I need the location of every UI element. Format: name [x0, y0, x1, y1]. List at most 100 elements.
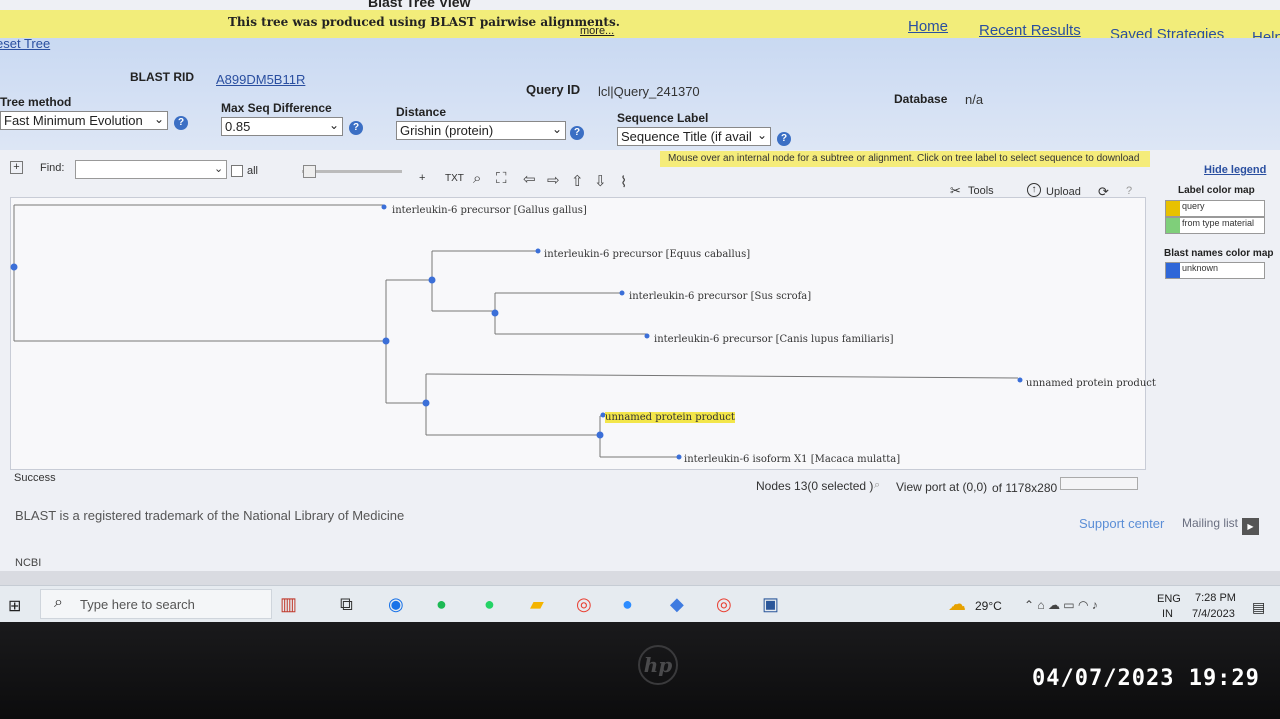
- tree-node[interactable]: [382, 337, 390, 345]
- tree-method-value: Fast Minimum Evolution: [4, 113, 143, 128]
- tree-leaf-label[interactable]: interleukin-6 precursor [Sus scrofa]: [629, 291, 811, 302]
- max-seq-select[interactable]: 0.85 ⌄: [221, 117, 343, 136]
- nav-home[interactable]: Home: [908, 18, 948, 35]
- help-icon[interactable]: ?: [570, 126, 584, 140]
- support-center-link[interactable]: Support center: [1079, 516, 1164, 531]
- language-top[interactable]: ENG: [1157, 593, 1181, 605]
- banner-more-link[interactable]: more...: [580, 25, 614, 37]
- fit-icon[interactable]: ⛶: [496, 170, 507, 187]
- chevron-down-icon: ⌄: [756, 128, 767, 142]
- tree-node[interactable]: [491, 309, 499, 317]
- tree-method-select[interactable]: Fast Minimum Evolution ⌄: [0, 111, 168, 130]
- all-checkbox[interactable]: [231, 165, 243, 177]
- magnify-icon[interactable]: ⌕: [473, 170, 481, 187]
- database-value: n/a: [965, 92, 984, 107]
- info-banner: [0, 10, 1280, 38]
- tree-node[interactable]: [428, 276, 436, 284]
- horizontal-scrollbar[interactable]: [0, 571, 1280, 585]
- leaf-node[interactable]: [619, 290, 625, 296]
- app-icon[interactable]: ◆: [670, 594, 684, 615]
- taskbar-search-placeholder: Type here to search: [80, 597, 195, 612]
- legend-item-unknown: unknown: [1165, 262, 1265, 279]
- help-icon[interactable]: ?: [777, 132, 791, 146]
- distance-select[interactable]: Grishin (protein) ⌄: [396, 121, 566, 140]
- leaf-node[interactable]: [535, 248, 541, 254]
- edge-icon[interactable]: ◉: [388, 594, 404, 615]
- leaf-node[interactable]: [381, 204, 387, 210]
- nav-recent-results[interactable]: Recent Results: [979, 22, 1081, 39]
- tree-leaf-label[interactable]: interleukin-6 precursor [Equus caballus]: [544, 249, 750, 260]
- overview-box[interactable]: [1060, 477, 1138, 490]
- clock-date[interactable]: 7/4/2023: [1192, 608, 1235, 620]
- chevron-down-icon: ⌄: [551, 122, 562, 136]
- leaf-node[interactable]: [676, 454, 682, 460]
- hide-legend-link[interactable]: Hide legend: [1204, 164, 1266, 176]
- tools-button[interactable]: Tools: [968, 185, 994, 197]
- mailing-list-link[interactable]: Mailing list: [1182, 516, 1238, 530]
- weather-icon: ☁: [948, 594, 966, 614]
- expand-icon[interactable]: +: [10, 161, 23, 174]
- chevron-down-icon[interactable]: ⌄: [214, 162, 223, 175]
- tree-leaf-label[interactable]: interleukin-6 isoform X1 [Macaca mulatta…: [684, 454, 900, 465]
- tree-node[interactable]: [596, 431, 604, 439]
- leaf-node[interactable]: [644, 333, 650, 339]
- legend-swatch: [1166, 201, 1180, 216]
- arrow-down-icon[interactable]: ⇩: [594, 172, 607, 190]
- chevron-down-icon: ⌄: [153, 112, 164, 126]
- find-input[interactable]: [75, 160, 227, 179]
- tree-node[interactable]: [422, 399, 430, 407]
- sequence-label-value: Sequence Title (if avail: [621, 129, 752, 144]
- status-text: Success: [14, 472, 56, 484]
- whatsapp-icon[interactable]: ●: [484, 594, 495, 615]
- max-seq-value: 0.85: [225, 119, 251, 134]
- help-icon[interactable]: ?: [174, 116, 188, 130]
- help-menu-icon[interactable]: ?: [1126, 185, 1132, 197]
- windows-start-icon[interactable]: ⊞: [8, 596, 21, 616]
- txt-button[interactable]: TXT: [445, 173, 464, 184]
- viewport-icon: ⌕: [874, 479, 881, 491]
- photo-timestamp: 04/07/2023 19:29: [1032, 666, 1260, 691]
- chrome-profile-icon[interactable]: ◎: [716, 594, 732, 615]
- tree-leaf-label[interactable]: unnamed protein product: [1026, 378, 1156, 389]
- legend-item-query: query: [1165, 200, 1265, 217]
- lasso-icon[interactable]: ⌇: [620, 173, 627, 191]
- tree-leaf-label[interactable]: interleukin-6 precursor [Canis lupus fam…: [654, 334, 894, 345]
- rid-value[interactable]: A899DM5B11R: [216, 72, 305, 87]
- notification-icon[interactable]: ▤: [1252, 599, 1265, 616]
- upload-icon[interactable]: ↑: [1027, 183, 1041, 197]
- file-explorer-icon[interactable]: ▰: [530, 594, 544, 615]
- word-icon[interactable]: ▣: [762, 594, 779, 615]
- viewport-text: View port at (0,0): [896, 480, 988, 494]
- news-icon[interactable]: ▥: [280, 594, 297, 615]
- chrome-icon[interactable]: ◎: [576, 594, 592, 615]
- zoom-slider[interactable]: [302, 170, 402, 173]
- zoom-slider-handle[interactable]: [303, 165, 316, 178]
- language-bottom[interactable]: IN: [1162, 608, 1173, 620]
- reset-tree-link[interactable]: eset Tree: [0, 36, 50, 51]
- query-id-value: lcl|Query_241370: [598, 84, 700, 99]
- help-icon[interactable]: ?: [349, 121, 363, 135]
- youtube-icon[interactable]: ▶: [1242, 518, 1259, 535]
- spotify-icon[interactable]: ●: [436, 594, 447, 615]
- zoom-icon[interactable]: ●: [622, 594, 633, 615]
- arrow-right-icon[interactable]: ⇨: [547, 171, 560, 189]
- task-view-icon[interactable]: ⧉: [340, 594, 353, 615]
- tree-leaf-label-selected[interactable]: unnamed protein product: [605, 412, 735, 423]
- chevron-down-icon: ⌄: [328, 118, 339, 132]
- legend-swatch: [1166, 218, 1180, 233]
- leaf-node[interactable]: [1017, 377, 1023, 383]
- zoom-in-button[interactable]: +: [419, 172, 425, 184]
- arrow-up-icon[interactable]: ⇧: [571, 172, 584, 190]
- legend-label: unknown: [1182, 263, 1219, 273]
- blast-names-color-map-title: Blast names color map: [1164, 248, 1274, 259]
- legend-swatch: [1166, 263, 1180, 278]
- tree-leaf-label[interactable]: interleukin-6 precursor [Gallus gallus]: [392, 205, 587, 216]
- sequence-label-select[interactable]: Sequence Title (if avail ⌄: [617, 127, 771, 146]
- legend-label: query: [1182, 201, 1205, 211]
- tray-icons[interactable]: ⌃ ⌂ ☁ ▭ ◠ ♪: [1024, 598, 1098, 612]
- clock-time[interactable]: 7:28 PM: [1195, 592, 1236, 604]
- tree-node[interactable]: [10, 263, 18, 271]
- hp-logo: hp: [638, 645, 678, 685]
- distance-label: Distance: [396, 105, 447, 119]
- arrow-left-icon[interactable]: ⇦: [523, 170, 536, 188]
